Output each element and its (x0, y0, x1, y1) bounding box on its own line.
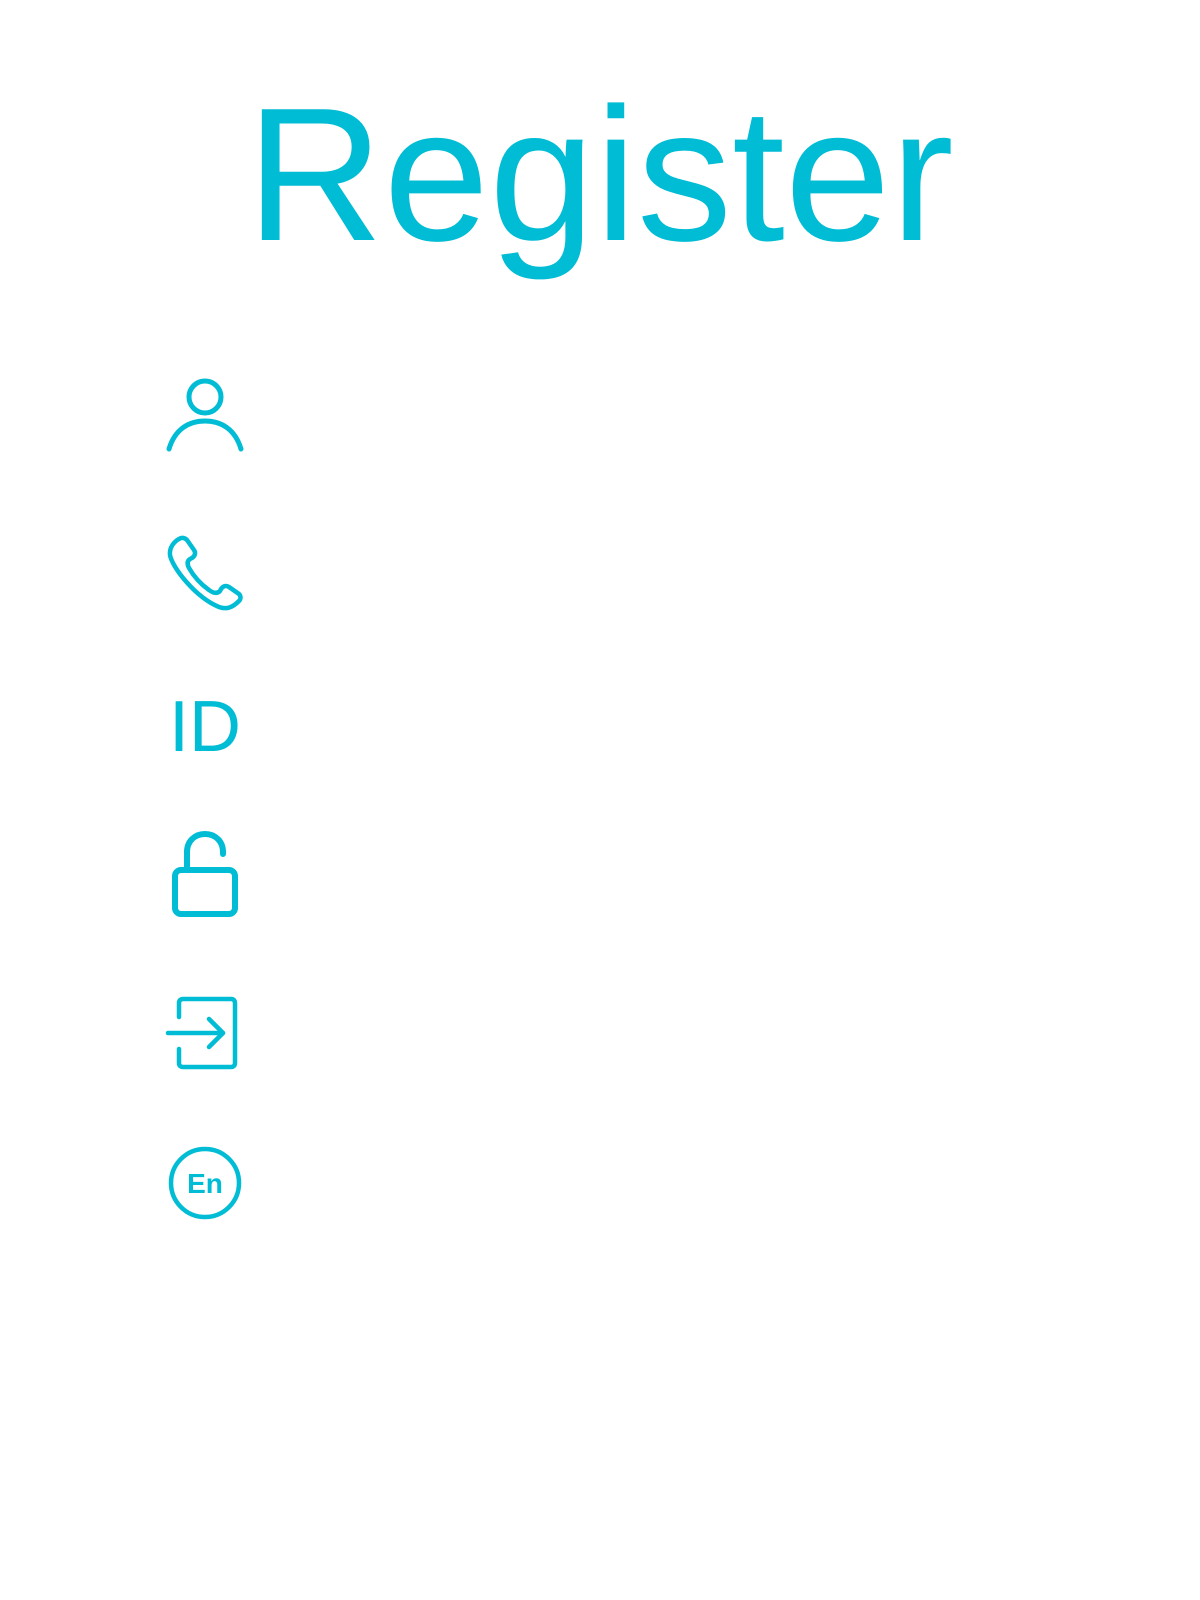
username-field-row (150, 358, 1050, 468)
password-input[interactable] (290, 834, 1050, 916)
login-field-row (150, 978, 1050, 1088)
id-icon: ID (150, 672, 260, 782)
phone-input[interactable] (290, 532, 1050, 614)
id-label: ID (169, 687, 241, 767)
phone-field-row (150, 518, 1050, 628)
user-icon (150, 358, 260, 468)
language-label: En (187, 1168, 223, 1199)
id-input[interactable] (290, 686, 1050, 768)
id-field-row: ID (150, 672, 1050, 782)
phone-icon (150, 518, 260, 628)
login-icon (150, 978, 260, 1088)
language-input[interactable] (290, 1142, 1050, 1224)
language-field-row: En (150, 1128, 1050, 1238)
username-input[interactable] (290, 372, 1050, 454)
page-title: Register (246, 69, 954, 281)
language-icon: En (150, 1128, 260, 1238)
login-input[interactable] (290, 992, 1050, 1074)
unlock-icon (150, 820, 260, 930)
password-field-row (150, 820, 1050, 930)
